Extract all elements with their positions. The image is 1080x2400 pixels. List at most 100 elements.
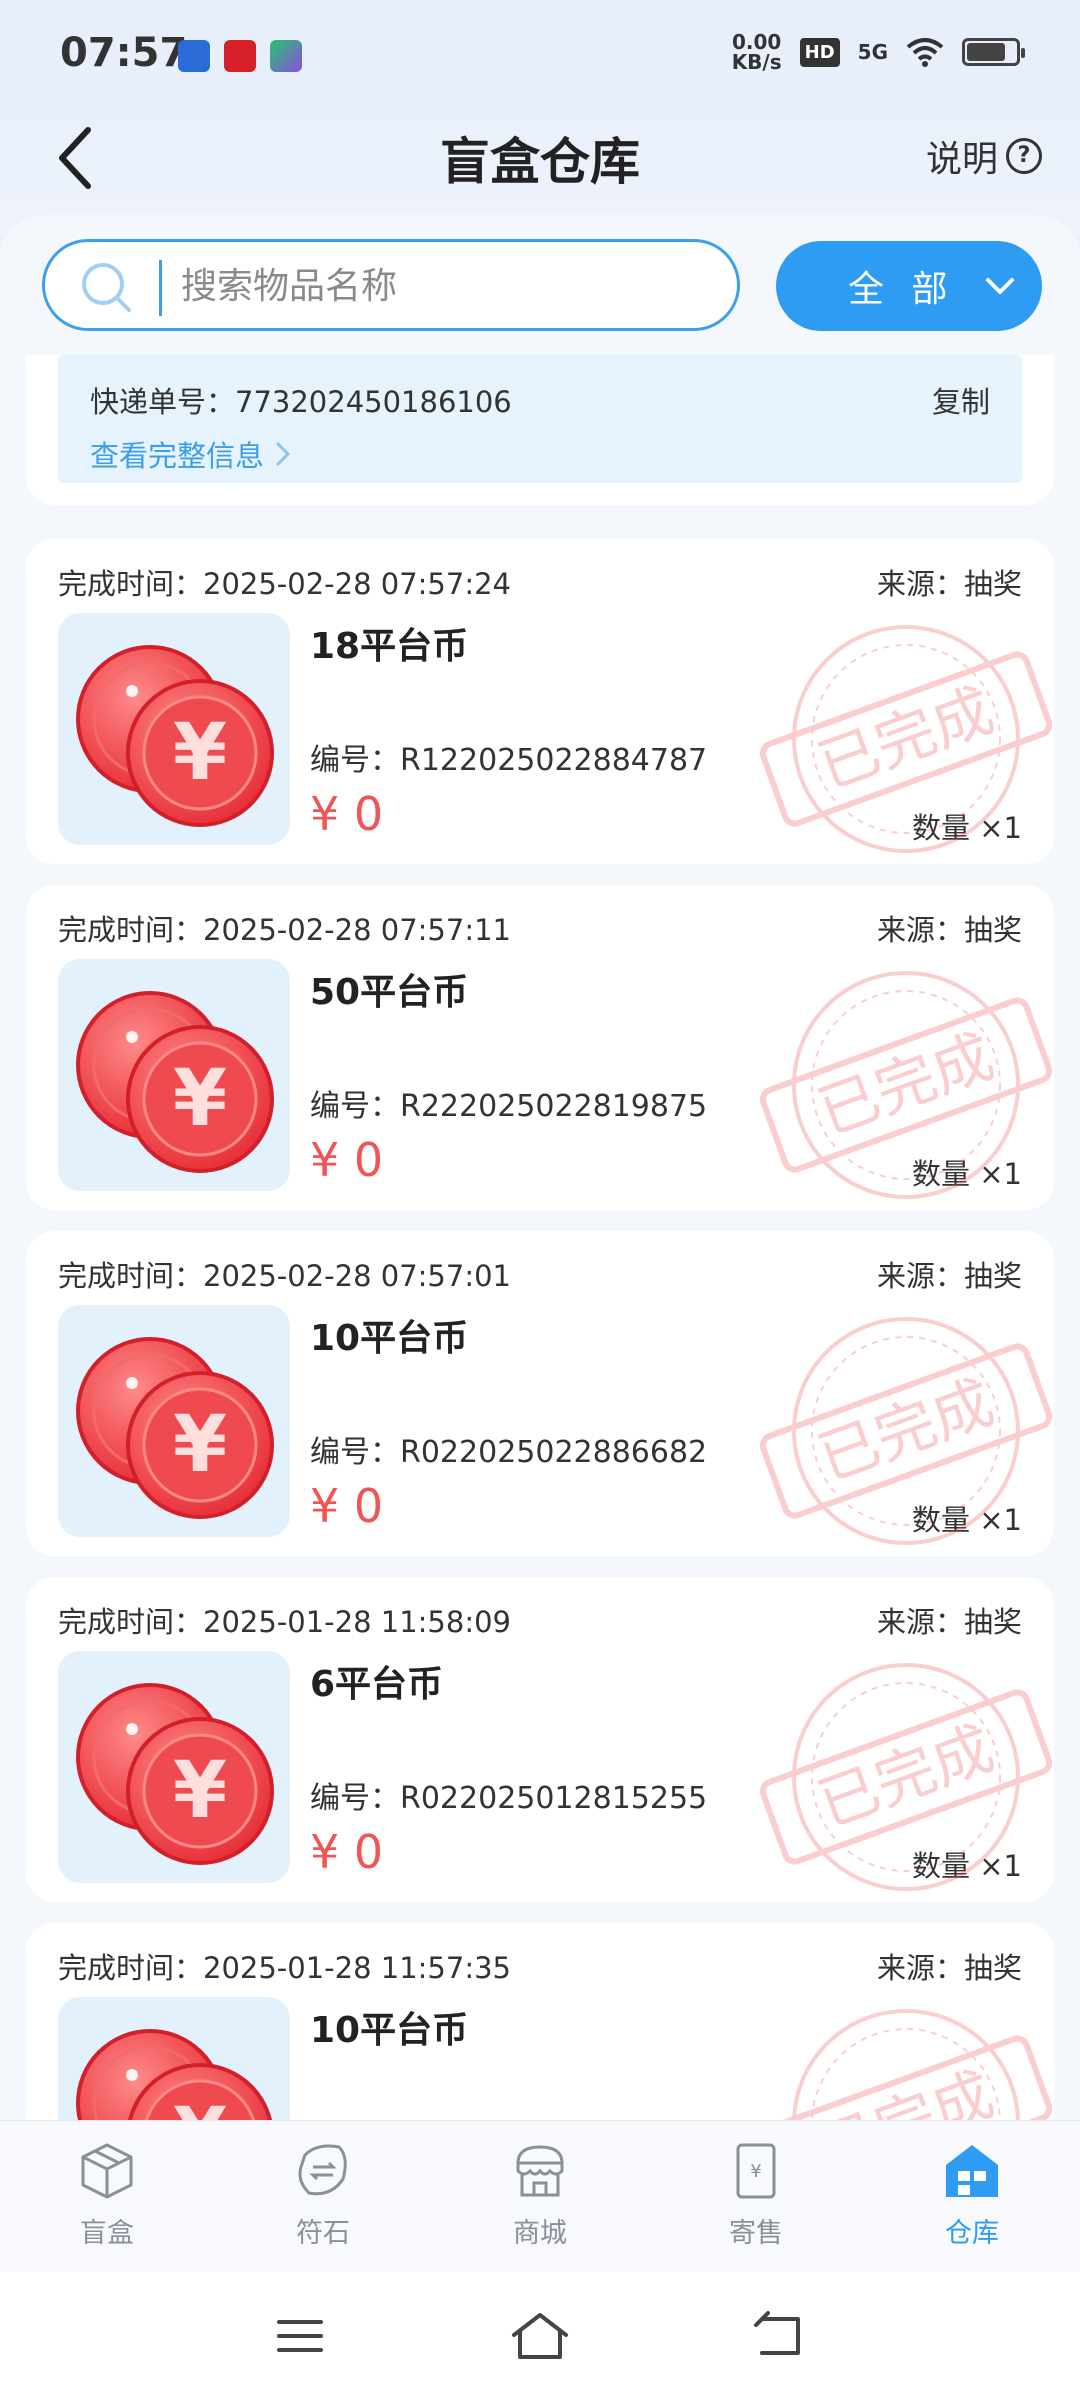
search-divider [159,260,162,316]
item-price: ¥ 0 [310,1825,384,1879]
nav-item-rune[interactable]: 符石 [253,2139,393,2259]
item-thumbnail: ¥ [58,1305,290,1537]
item-card[interactable]: 完成时间：2025-02-28 07:57:11 来源：抽奖 ¥ 50平台币 编… [26,885,1054,1210]
page-title: 盲盒仓库 [440,133,640,191]
status-bar: 07:57 0.00 KB/s HD 5G [0,0,1080,110]
notification-icons [178,40,302,72]
bottom-nav: 盲盒 符石 商城 ¥ 寄售 仓库 [0,2120,1080,2272]
completion-time: 完成时间：2025-02-28 07:57:01 [58,1259,511,1293]
completion-time: 完成时间：2025-02-28 07:57:11 [58,913,511,947]
app-header: 盲盒仓库 说明 ? [0,110,1080,220]
item-price: ¥ 0 [310,1133,384,1187]
nav-item-consign[interactable]: ¥ 寄售 [686,2139,826,2259]
item-code: 编号：R022025012815255 [310,1781,708,1816]
filter-label: 全 部 [848,269,956,310]
system-navigation-bar [0,2272,1080,2400]
shipped-item-card: 快递单号：773202450186106 复制 查看完整信息 [26,355,1054,505]
item-price: ¥ 0 [310,1479,384,1533]
question-icon: ? [1006,138,1042,174]
item-card[interactable]: 完成时间：2025-01-28 11:57:35 来源：抽奖 ¥ 10平台币 [26,1923,1054,2120]
completed-stamp-icon: 已完成 [759,1317,1053,1545]
wifi-icon [906,38,944,67]
completed-stamp-icon: 已完成 [759,1663,1053,1891]
hd-icon: HD [799,37,840,67]
baidu-icon [178,40,210,72]
coin-icon: ¥ [76,2029,273,2120]
search-box[interactable] [42,239,740,331]
completion-time: 完成时间：2025-02-28 07:57:24 [58,567,511,601]
svg-text:已完成: 已完成 [809,2059,1002,2120]
help-link[interactable]: 说明 ? [926,130,1042,182]
item-name: 10平台币 [310,2010,469,2051]
consign-icon: ¥ [736,2143,776,2199]
item-code: 编号：R122025022884787 [310,743,708,778]
copy-button[interactable]: 复制 [932,379,990,421]
status-indicators: 0.00 KB/s HD 5G [731,30,1025,74]
express-info: 快递单号：773202450186106 复制 查看完整信息 [58,355,1022,483]
item-list: 快递单号：773202450186106 复制 查看完整信息 完成时间：2025… [0,355,1080,2120]
coin-icon: ¥ [76,645,274,827]
tracking-number: 快递单号：773202450186106 [90,385,512,419]
iqiyi-icon [270,40,302,72]
item-source: 来源：抽奖 [876,913,1022,947]
net-speed: 0.00 KB/s [731,30,782,74]
item-name: 50平台币 [310,972,469,1013]
shop-icon [516,2145,564,2197]
home-button[interactable] [505,2306,575,2366]
completed-stamp-icon: 已完成 [759,625,1053,853]
svg-text:¥: ¥ [173,1054,227,1144]
completion-time: 完成时间：2025-01-28 11:57:35 [58,1951,511,1985]
signal-icon: 5G [857,40,888,64]
red-app-icon [224,40,256,72]
view-details-link[interactable]: 查看完整信息 [90,433,292,475]
rune-icon [298,2144,347,2196]
chevron-down-icon [986,278,1014,294]
search-row: 全 部 [42,239,1042,335]
search-icon [82,263,131,312]
item-thumbnail: ¥ [58,1651,290,1883]
item-thumbnail: ¥ [58,613,290,845]
svg-text:¥: ¥ [173,1400,227,1490]
search-input[interactable] [181,256,701,316]
item-name: 18平台币 [310,626,469,667]
system-back-button[interactable] [745,2306,815,2366]
item-name: 10平台币 [310,1318,469,1359]
warehouse-icon [946,2145,998,2197]
back-icon [754,2311,800,2355]
home-icon [512,2313,568,2359]
completion-time: 完成时间：2025-01-28 11:58:09 [58,1605,511,1639]
svg-text:¥: ¥ [750,2161,761,2182]
item-card[interactable]: 完成时间：2025-02-28 07:57:01 来源：抽奖 ¥ 10平台币 编… [26,1231,1054,1556]
item-name: 6平台币 [310,1664,444,1705]
item-thumbnail: ¥ [58,959,290,1191]
status-time: 07:57 [60,30,188,76]
help-label: 说明 [925,139,998,180]
item-card[interactable]: 完成时间：2025-02-28 07:57:24 来源：抽奖 ¥ 18平台币 编… [26,539,1054,864]
item-source: 来源：抽奖 [876,1605,1022,1639]
completed-stamp-icon: 已完成 [759,971,1053,1199]
nav-item-warehouse[interactable]: 仓库 [902,2139,1042,2259]
chevron-right-icon [276,442,291,466]
recent-apps-button[interactable] [265,2306,335,2366]
coin-icon: ¥ [76,991,274,1173]
item-code: 编号：R022025022886682 [310,1435,708,1470]
item-source: 来源：抽奖 [876,1259,1022,1293]
item-price: ¥ 0 [310,787,384,841]
filter-dropdown[interactable]: 全 部 [776,241,1042,331]
item-card[interactable]: 完成时间：2025-01-28 11:58:09 来源：抽奖 ¥ 6平台币 编号… [26,1577,1054,1902]
completed-stamp-icon: 已完成 [759,2009,1053,2120]
item-source: 来源：抽奖 [876,567,1022,601]
item-thumbnail: ¥ [58,1997,290,2120]
coin-icon: ¥ [76,1683,274,1865]
battery-icon [962,38,1025,66]
menu-icon [277,2320,323,2352]
svg-text:¥: ¥ [173,2092,227,2120]
item-source: 来源：抽奖 [876,1951,1022,1985]
nav-item-shop[interactable]: 商城 [470,2139,610,2259]
item-code: 编号：R222025022819875 [310,1089,708,1124]
svg-text:¥: ¥ [173,708,227,798]
coin-icon: ¥ [76,1337,274,1519]
svg-text:¥: ¥ [173,1746,227,1836]
nav-item-blindbox[interactable]: 盲盒 [37,2139,177,2259]
box-icon [81,2143,133,2199]
